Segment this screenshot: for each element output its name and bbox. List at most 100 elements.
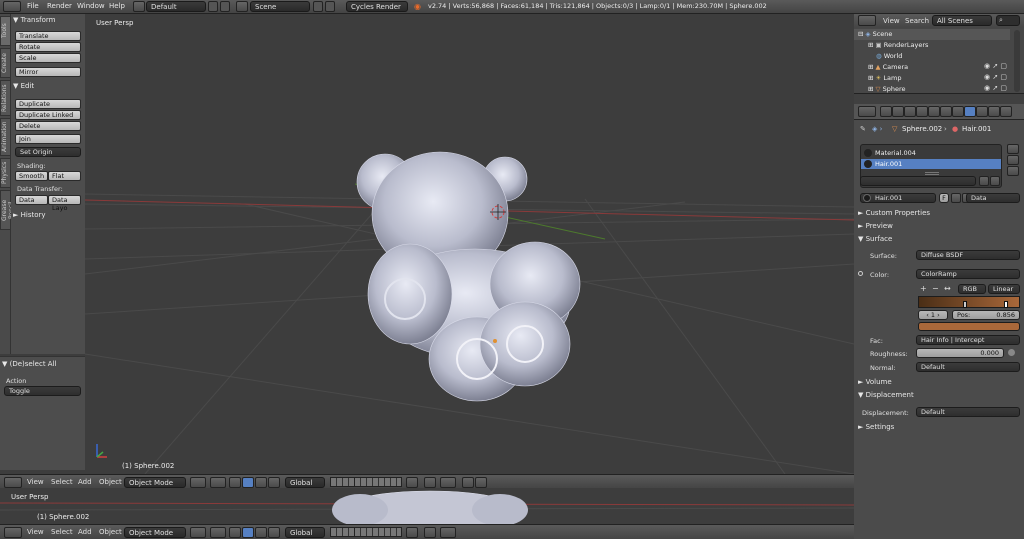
ramp-interpolation-dropdown[interactable]: Linear [988, 284, 1020, 294]
custom-properties-panel[interactable]: ► Custom Properties [858, 208, 1022, 219]
filter-options-icon[interactable] [979, 176, 989, 186]
object-mode-dropdown[interactable]: Object Mode [124, 527, 186, 538]
ramp-stop-handle[interactable] [963, 301, 967, 308]
scene-icon[interactable] [236, 1, 248, 12]
outliner-row[interactable]: ⊞ ▣ RenderLayers [854, 40, 1010, 51]
scale-manipulator-icon[interactable] [268, 527, 280, 538]
viewport-shading-icon[interactable] [190, 477, 206, 488]
snap-icon[interactable] [424, 477, 436, 488]
socket-icon[interactable] [858, 271, 863, 276]
duplicate-button[interactable]: Duplicate [15, 99, 81, 109]
material-slot[interactable]: Material.004 [861, 148, 1001, 158]
stop-position-field[interactable]: Pos: 0.856 [952, 310, 1020, 320]
editor-type-icon[interactable] [4, 527, 22, 538]
object-tab-icon[interactable] [928, 106, 940, 117]
menu-add[interactable]: Add [78, 528, 92, 536]
constraints-tab-icon[interactable] [940, 106, 952, 117]
material-tab-icon[interactable] [964, 106, 976, 117]
add-scene-icon[interactable] [313, 1, 323, 12]
menu-view[interactable]: View [27, 528, 44, 536]
orientation-dropdown[interactable]: Global [285, 527, 325, 538]
translate-manipulator-icon[interactable] [242, 527, 254, 538]
visibility-eye-icon[interactable]: ◉ ➚ ▢ [984, 84, 1007, 92]
menu-help[interactable]: Help [109, 2, 125, 10]
duplicate-linked-button[interactable]: Duplicate Linked [15, 110, 81, 120]
tab-grease-pencil[interactable]: Grease Pencil [0, 190, 15, 230]
active-stop-index-field[interactable]: ‹ 1 › [918, 310, 948, 320]
menu-window[interactable]: Window [77, 2, 105, 10]
tab-relations[interactable]: Relations [0, 80, 11, 116]
ramp-stop-handle-active[interactable] [1004, 301, 1008, 308]
outliner-scrollbar[interactable] [1014, 30, 1020, 92]
action-dropdown[interactable]: Toggle [4, 386, 81, 396]
info-editor-icon[interactable] [3, 1, 21, 12]
menu-render[interactable]: Render [47, 2, 72, 10]
menu-add[interactable]: Add [78, 478, 92, 486]
scale-button[interactable]: Scale [15, 53, 81, 63]
rotate-manipulator-icon[interactable] [255, 527, 267, 538]
roughness-field[interactable]: 0.000 [916, 348, 1004, 358]
flip-ramp-icon[interactable]: ↔ [944, 284, 951, 293]
pin-icon[interactable]: ✎ [860, 125, 866, 133]
socket-icon[interactable] [1008, 349, 1015, 356]
manipulator-icon[interactable] [229, 527, 241, 538]
physics-tab-icon[interactable] [1000, 106, 1012, 117]
smooth-button[interactable]: Smooth [15, 171, 48, 181]
normal-input-dropdown[interactable]: Default [916, 362, 1020, 372]
tab-create[interactable]: Create [0, 48, 11, 78]
menu-select[interactable]: Select [51, 528, 73, 536]
ramp-color-mode-dropdown[interactable]: RGB [958, 284, 986, 294]
remove-layout-icon[interactable] [220, 1, 230, 12]
menu-view[interactable]: View [27, 478, 44, 486]
visibility-eye-icon[interactable]: ◉ ➚ ▢ [984, 73, 1007, 81]
lock-layers-icon[interactable] [406, 527, 418, 538]
menu-select[interactable]: Select [51, 478, 73, 486]
menu-object[interactable]: Object [99, 528, 122, 536]
history-panel-header[interactable]: ► History [13, 211, 83, 221]
displacement-panel[interactable]: ▼ Displacement [858, 390, 1022, 401]
fac-input-dropdown[interactable]: Hair Info | Intercept [916, 335, 1020, 345]
viewport-shading-icon[interactable] [190, 527, 206, 538]
add-slot-icon[interactable] [1007, 144, 1019, 154]
scene-dropdown[interactable]: Scene [250, 1, 310, 12]
transform-panel-header[interactable]: ▼ Transform [13, 16, 83, 26]
3d-viewport-secondary[interactable]: User Persp (1) Sphere.002 [0, 488, 854, 524]
particles-tab-icon[interactable] [988, 106, 1000, 117]
visibility-eye-icon[interactable]: ◉ ➚ ▢ [984, 62, 1007, 70]
pivot-point-icon[interactable] [210, 527, 226, 538]
outliner-display-dropdown[interactable]: All Scenes [932, 15, 992, 26]
snap-element-icon[interactable] [440, 477, 456, 488]
layers-grid-2[interactable] [354, 527, 402, 537]
editor-type-icon[interactable] [4, 477, 22, 488]
orientation-dropdown[interactable]: Global [285, 477, 325, 488]
displacement-input-dropdown[interactable]: Default [916, 407, 1020, 417]
lock-layers-icon[interactable] [406, 477, 418, 488]
sort-options-icon[interactable] [990, 176, 1000, 186]
color-input-dropdown[interactable]: ColorRamp [916, 269, 1020, 279]
tab-physics[interactable]: Physics [0, 158, 11, 188]
surface-panel[interactable]: ▼ Surface [858, 234, 1022, 245]
scene-tab-icon[interactable] [904, 106, 916, 117]
render-engine-dropdown[interactable]: Cycles Render [346, 1, 408, 12]
world-tab-icon[interactable] [916, 106, 928, 117]
list-resize-handle[interactable] [925, 172, 939, 175]
join-button[interactable]: Join [15, 134, 81, 144]
delete-button[interactable]: Delete [15, 121, 81, 131]
outliner-menu-search[interactable]: Search [905, 17, 929, 25]
fake-user-button[interactable]: F [939, 193, 949, 203]
link-dropdown[interactable]: Data [966, 193, 1020, 203]
outliner-row[interactable]: ⊟ ◈ Scene [854, 29, 1010, 40]
rotate-manipulator-icon[interactable] [255, 477, 267, 488]
remove-slot-icon[interactable] [1007, 155, 1019, 165]
surface-shader-dropdown[interactable]: Diffuse BSDF [916, 250, 1020, 260]
mirror-button[interactable]: Mirror [15, 67, 81, 77]
properties-editor-icon[interactable] [858, 106, 876, 117]
material-datablock-field[interactable]: Hair.001 [860, 193, 936, 203]
3d-viewport[interactable]: User Persp (1) Sphere.002 [85, 14, 854, 474]
renderlayers-tab-icon[interactable] [892, 106, 904, 117]
remove-stop-icon[interactable]: − [932, 284, 939, 293]
add-layout-icon[interactable] [208, 1, 218, 12]
render-tab-icon[interactable] [880, 106, 892, 117]
settings-panel[interactable]: ► Settings [858, 422, 1022, 433]
slot-specials-icon[interactable] [1007, 166, 1019, 176]
